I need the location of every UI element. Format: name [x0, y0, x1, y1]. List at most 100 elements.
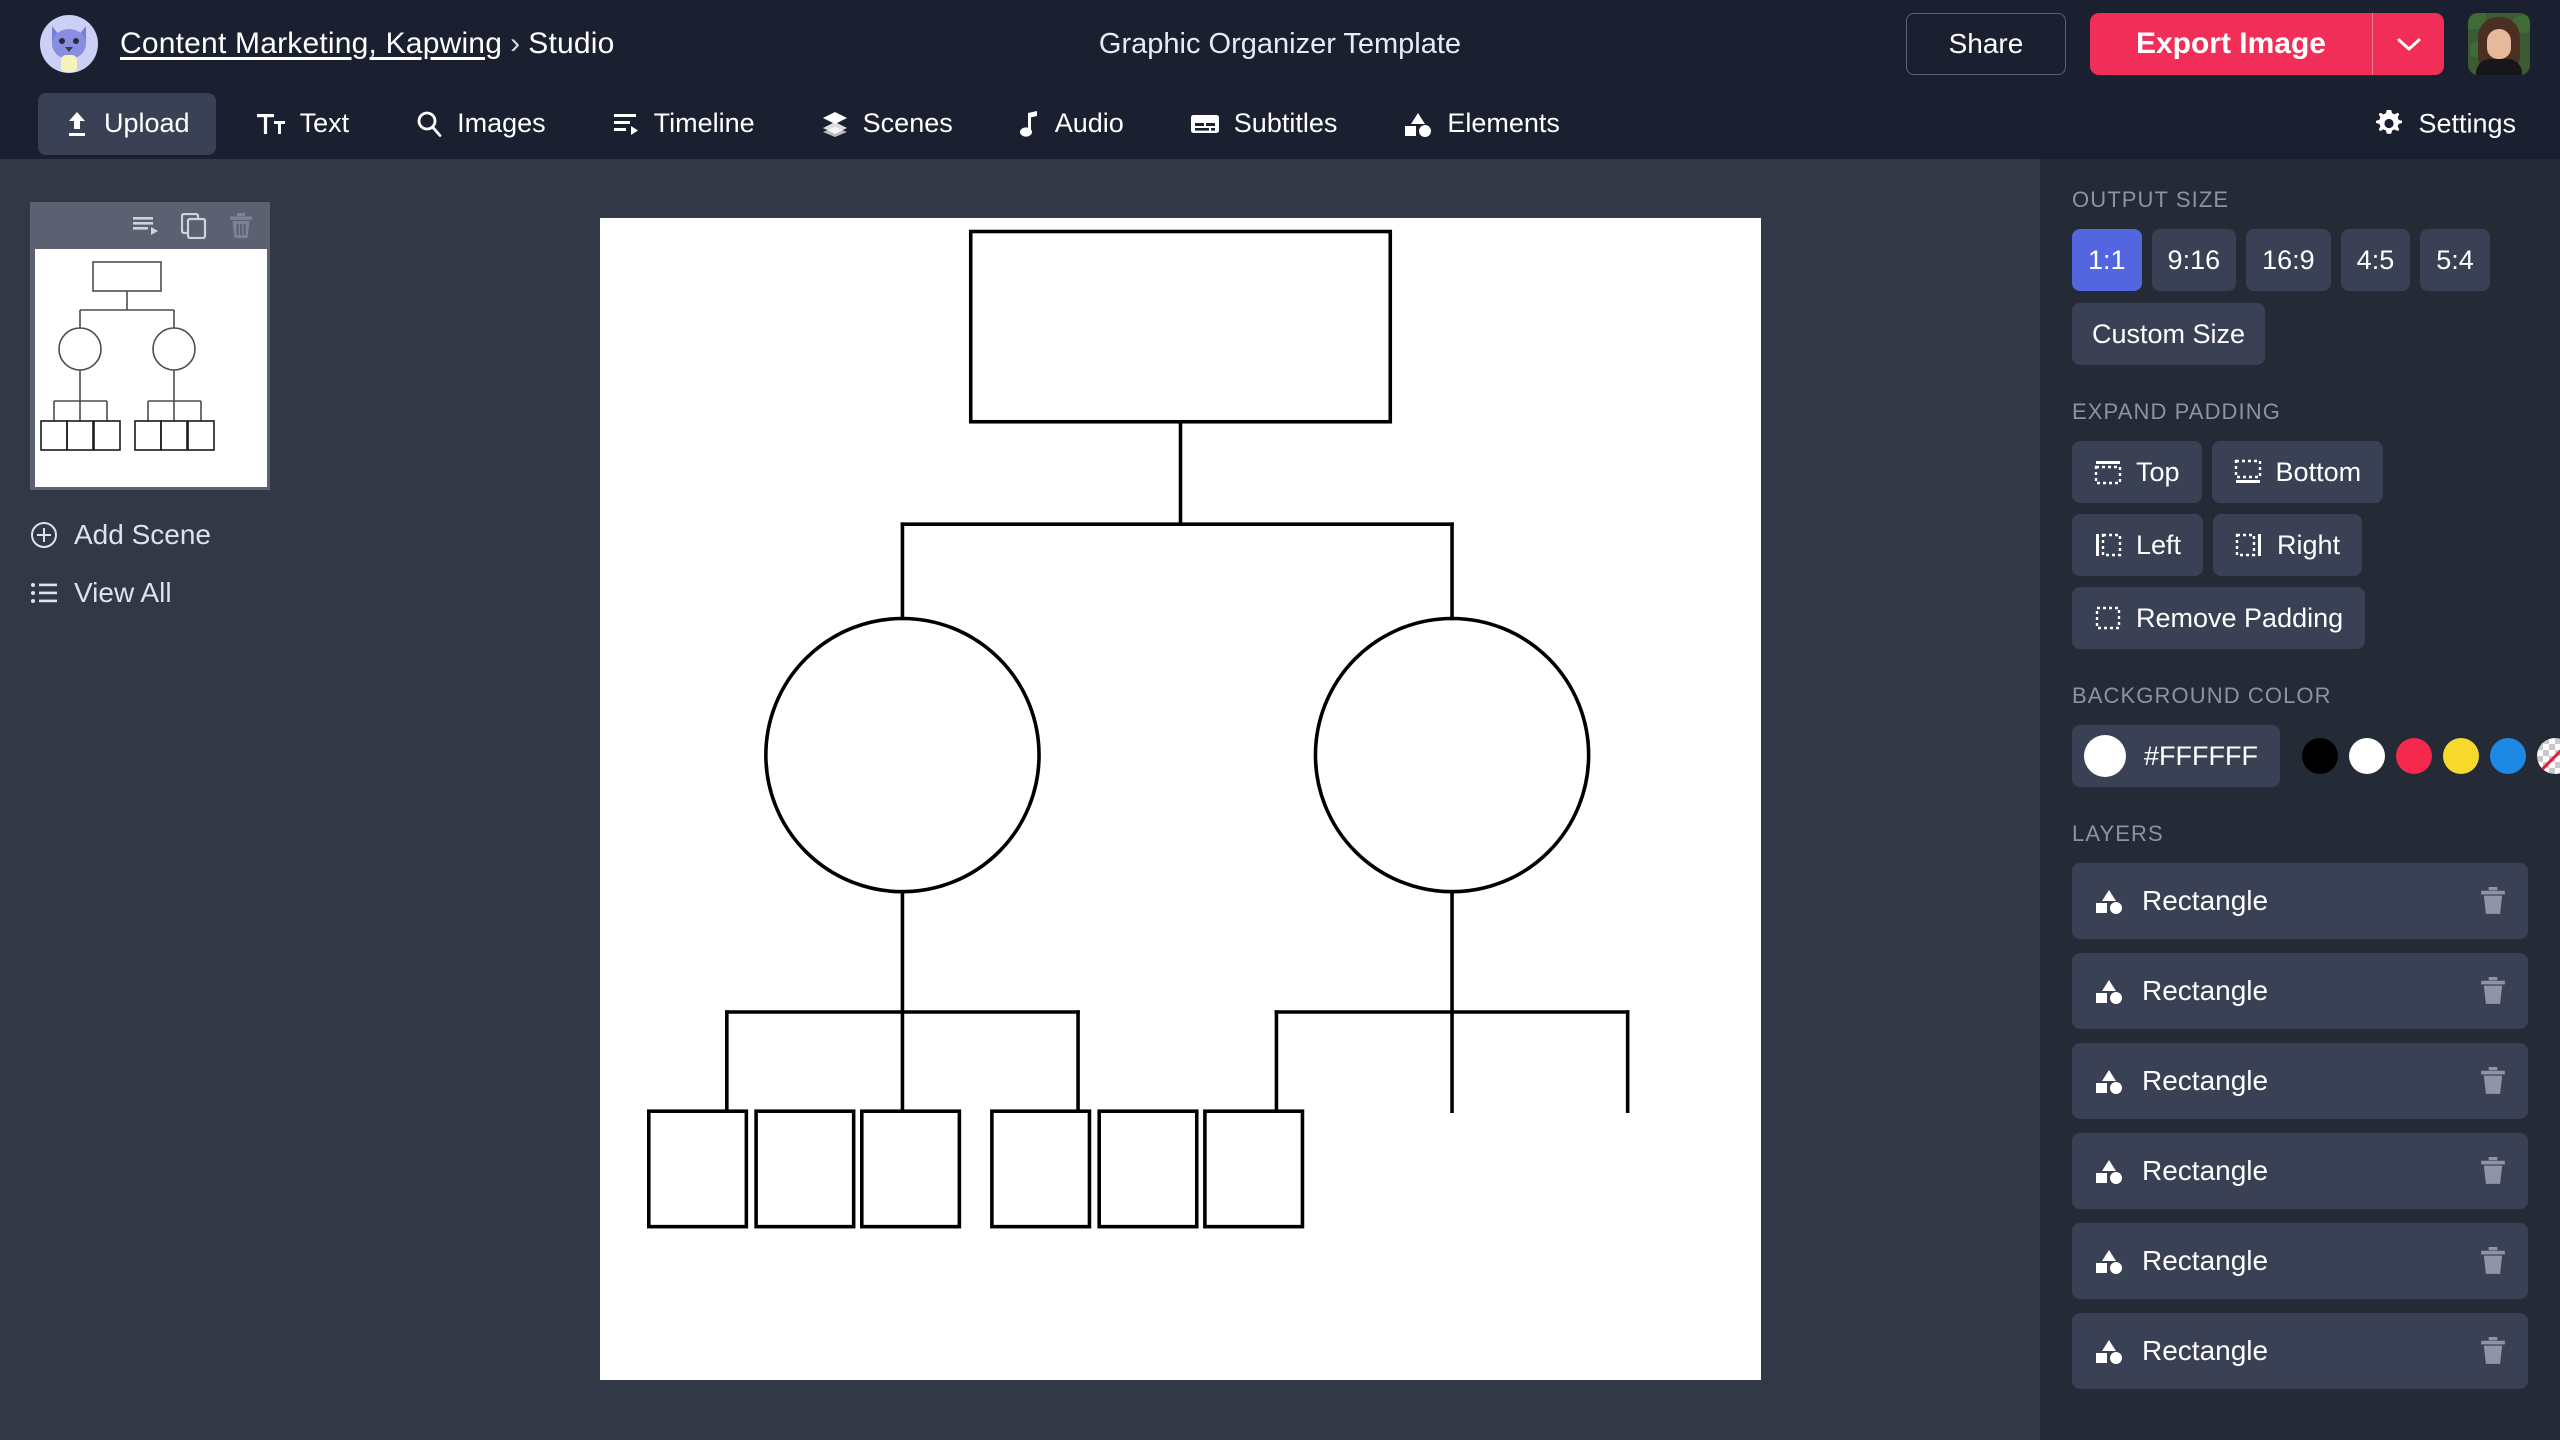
view-all-label: View All	[74, 577, 172, 608]
properties-panel: Output Size 1:1 9:16 16:9 4:5 5:4 Custom…	[2040, 159, 2560, 1440]
swatch-yellow[interactable]	[2442, 738, 2479, 774]
cat-avatar[interactable]	[40, 15, 98, 73]
diagram-branch-circle-right	[1313, 616, 1591, 894]
export-image-button[interactable]: Export Image	[2090, 13, 2372, 75]
padding-right-button[interactable]: Right	[2213, 514, 2363, 576]
breadcrumb-workspace-link[interactable]: Content Marketing, Kapwing	[120, 27, 502, 60]
graphic-organizer-diagram	[646, 229, 1630, 1229]
shapes-icon	[2094, 1337, 2124, 1365]
tab-upload[interactable]: Upload	[38, 92, 216, 155]
shapes-icon	[2094, 977, 2124, 1005]
ratio-button-1-1[interactable]: 1:1	[2072, 229, 2142, 291]
diagram-leaf-rectangle	[1203, 1109, 1305, 1229]
padding-bottom-button[interactable]: Bottom	[2211, 441, 2384, 503]
padding-left-button[interactable]: Left	[2072, 514, 2204, 576]
tab-subtitles-label: Subtitles	[1233, 108, 1338, 138]
layer-item[interactable]: Rectangle	[2072, 1043, 2528, 1119]
trash-icon[interactable]	[2480, 1247, 2506, 1275]
settings-button[interactable]: Settings	[2374, 108, 2516, 139]
remove-padding-button[interactable]: Remove Padding	[2072, 587, 2366, 649]
search-icon	[415, 110, 443, 138]
workspace: Add Scene View All OUTPUT SIZE 1:1 9:16 …	[0, 159, 2560, 1440]
ratio-button-4-5[interactable]: 4:5	[2340, 229, 2411, 291]
music-note-icon	[1019, 110, 1041, 138]
diagram-branch-circle-left	[764, 616, 1041, 894]
layer-item[interactable]: Rectangle	[2072, 863, 2528, 939]
avatar[interactable]	[2468, 13, 2530, 75]
trash-icon[interactable]	[2480, 1157, 2506, 1185]
reorder-icon[interactable]	[133, 215, 159, 237]
tab-upload-label: Upload	[104, 108, 190, 138]
chevron-down-icon	[2397, 38, 2420, 51]
scene-preview-diagram	[40, 261, 215, 451]
view-all-button[interactable]: View All	[30, 577, 172, 609]
export-group: Export Image	[2089, 13, 2444, 75]
layers-icon	[821, 110, 849, 138]
list-icon	[30, 581, 58, 605]
padding-left-icon	[2094, 532, 2122, 558]
tab-timeline-label: Timeline	[653, 108, 755, 138]
background-color-value: #FFFFFF	[2144, 740, 2258, 771]
tab-images-label: Images	[457, 108, 546, 138]
swatch-blue[interactable]	[2489, 738, 2526, 774]
tab-timeline[interactable]: Timeline	[586, 93, 781, 155]
tab-scenes[interactable]: Scenes	[795, 93, 979, 155]
background-color-row: #FFFFFF	[2072, 725, 2560, 787]
tab-audio[interactable]: Audio	[993, 93, 1150, 155]
expand-padding-row-1: Top Bottom	[2072, 441, 2528, 503]
padding-top-button[interactable]: Top	[2072, 441, 2202, 503]
swatch-black[interactable]	[2301, 738, 2338, 774]
tool-tabs: Upload Text Images Timeline Scenes Audio…	[0, 88, 2560, 159]
top-bar: Content Marketing, Kapwing › Studio Graphi…	[0, 0, 2560, 88]
add-scene-button[interactable]: Add Scene	[30, 519, 211, 551]
padding-top-icon	[2094, 459, 2122, 485]
ratio-button-9-16[interactable]: 9:16	[2151, 229, 2237, 291]
tab-text-label: Text	[299, 108, 350, 138]
layer-item-label: Rectangle	[2142, 1245, 2269, 1276]
tab-images[interactable]: Images	[389, 93, 572, 155]
layer-item-label: Rectangle	[2142, 1065, 2269, 1096]
remove-padding-icon	[2094, 605, 2122, 631]
diagram-leaf-rectangle	[990, 1109, 1092, 1229]
output-size-label: Output Size	[2072, 187, 2230, 212]
trash-icon[interactable]	[2480, 887, 2506, 915]
upload-icon	[64, 110, 90, 138]
tab-subtitles[interactable]: Subtitles	[1164, 93, 1364, 155]
tab-elements[interactable]: Elements	[1377, 93, 1586, 155]
export-dropdown-button[interactable]	[2372, 13, 2444, 75]
scene-thumbnail[interactable]	[30, 202, 270, 490]
breadcrumb: Content Marketing, Kapwing › Studio	[120, 27, 615, 61]
trash-icon[interactable]	[229, 213, 253, 239]
padding-left-label: Left	[2136, 529, 2182, 560]
swatch-white[interactable]	[2348, 738, 2385, 774]
layer-item[interactable]: Rectangle	[2072, 1223, 2528, 1299]
shapes-icon	[2094, 1247, 2124, 1275]
tab-elements-label: Elements	[1447, 108, 1560, 138]
layers-list: Rectangle Rectangle Rectangle Rectangle …	[2072, 863, 2528, 1389]
swatch-red[interactable]	[2395, 738, 2432, 774]
brand-block: Content Marketing, Kapwing › Studio	[0, 15, 615, 73]
background-color-picker[interactable]: #FFFFFF	[2072, 725, 2280, 787]
custom-size-button[interactable]: Custom Size	[2072, 303, 2266, 365]
swatch-transparent[interactable]	[2536, 738, 2560, 774]
tab-text[interactable]: Text	[230, 93, 376, 155]
layer-item[interactable]: Rectangle	[2072, 1133, 2528, 1209]
ratio-button-16-9[interactable]: 16:9	[2246, 229, 2331, 291]
text-icon	[256, 110, 286, 138]
trash-icon[interactable]	[2480, 1337, 2506, 1365]
duplicate-icon[interactable]	[181, 213, 207, 239]
plus-circle-icon	[30, 521, 58, 549]
share-button[interactable]: Share	[1905, 13, 2066, 75]
shapes-icon	[1403, 110, 1433, 138]
layer-item[interactable]: Rectangle	[2072, 1313, 2528, 1389]
editor-area: Add Scene View All	[0, 159, 2040, 1440]
subtitles-icon	[1190, 112, 1220, 136]
background-color-preview	[2084, 735, 2126, 777]
trash-icon[interactable]	[2480, 977, 2506, 1005]
layer-item[interactable]: Rectangle	[2072, 953, 2528, 1029]
scene-thumbnail-preview	[35, 249, 267, 487]
ratio-button-5-4[interactable]: 5:4	[2420, 229, 2490, 291]
trash-icon[interactable]	[2480, 1067, 2506, 1095]
canvas[interactable]	[600, 218, 1761, 1380]
expand-padding-row-2: Left Right	[2072, 514, 2528, 576]
